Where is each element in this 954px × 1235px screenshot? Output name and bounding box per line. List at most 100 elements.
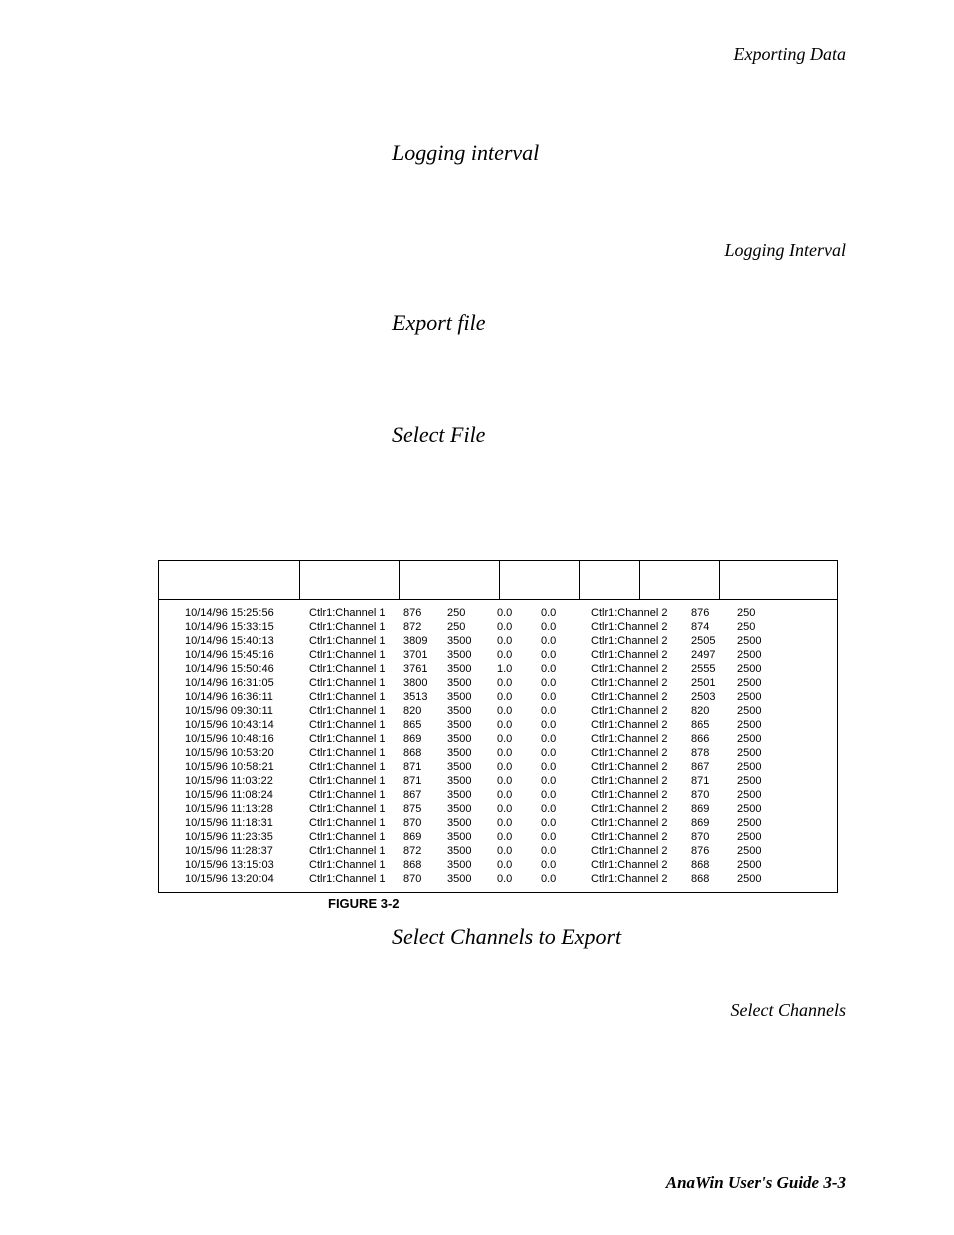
table-cell: 3500 — [447, 732, 497, 746]
export-data-table: 10/14/96 15:25:56Ctlr1:Channel 18762500.… — [158, 560, 838, 893]
table-cell: 2503 — [691, 690, 737, 704]
table-cell: 10/15/96 11:18:31 — [185, 816, 309, 830]
table-cell: 871 — [691, 774, 737, 788]
table-cell: Ctlr1:Channel 1 — [309, 844, 403, 858]
table-cell: Ctlr1:Channel 2 — [591, 816, 691, 830]
table-row: 10/15/96 10:48:16Ctlr1:Channel 186935000… — [185, 732, 837, 746]
table-cell: Ctlr1:Channel 1 — [309, 788, 403, 802]
table-cell: 876 — [403, 606, 447, 620]
table-cell: 3500 — [447, 648, 497, 662]
table-cell: 0.0 — [541, 704, 591, 718]
table-row: 10/15/96 10:58:21Ctlr1:Channel 187135000… — [185, 760, 837, 774]
table-cell: 866 — [691, 732, 737, 746]
table-cell: 0.0 — [541, 844, 591, 858]
table-cell: 2555 — [691, 662, 737, 676]
table-cell: Ctlr1:Channel 1 — [309, 816, 403, 830]
table-cell: 0.0 — [497, 620, 541, 634]
table-cell: Ctlr1:Channel 2 — [591, 620, 691, 634]
table-cell: Ctlr1:Channel 2 — [591, 634, 691, 648]
table-cell: 2500 — [737, 634, 777, 648]
table-cell: 0.0 — [497, 690, 541, 704]
table-cell: 878 — [691, 746, 737, 760]
table-cell: 0.0 — [541, 830, 591, 844]
table-cell: Ctlr1:Channel 2 — [591, 872, 691, 886]
table-cell: 868 — [403, 858, 447, 872]
table-cell: 10/14/96 16:31:05 — [185, 676, 309, 690]
table-cell: Ctlr1:Channel 1 — [309, 704, 403, 718]
table-cell: 0.0 — [497, 788, 541, 802]
table-row: 10/15/96 13:20:04Ctlr1:Channel 187035000… — [185, 872, 837, 886]
table-row: 10/15/96 11:08:24Ctlr1:Channel 186735000… — [185, 788, 837, 802]
table-cell: 872 — [403, 620, 447, 634]
table-cell: 0.0 — [497, 844, 541, 858]
table-cell: 3500 — [447, 718, 497, 732]
figure-caption: FIGURE 3-2 — [328, 896, 400, 911]
table-cell: Ctlr1:Channel 2 — [591, 718, 691, 732]
table-cell: 867 — [691, 760, 737, 774]
table-cell: 0.0 — [541, 774, 591, 788]
table-cell: 10/14/96 15:45:16 — [185, 648, 309, 662]
table-cell: 0.0 — [541, 760, 591, 774]
table-cell: 867 — [403, 788, 447, 802]
table-row: 10/15/96 11:03:22Ctlr1:Channel 187135000… — [185, 774, 837, 788]
table-cell: 10/15/96 10:43:14 — [185, 718, 309, 732]
table-cell: 0.0 — [497, 774, 541, 788]
table-cell: 865 — [691, 718, 737, 732]
table-cell: 2500 — [737, 746, 777, 760]
table-cell: 0.0 — [497, 606, 541, 620]
table-cell: Ctlr1:Channel 1 — [309, 648, 403, 662]
table-row: 10/15/96 09:30:11Ctlr1:Channel 182035000… — [185, 704, 837, 718]
table-row: 10/14/96 16:31:05Ctlr1:Channel 138003500… — [185, 676, 837, 690]
section-select-channels-to-export: Select Channels to Export — [392, 924, 621, 950]
table-cell: 0.0 — [497, 704, 541, 718]
table-cell: Ctlr1:Channel 2 — [591, 858, 691, 872]
table-cell: 2500 — [737, 704, 777, 718]
table-row: 10/15/96 11:28:37Ctlr1:Channel 187235000… — [185, 844, 837, 858]
table-cell: Ctlr1:Channel 2 — [591, 648, 691, 662]
table-cell: 869 — [691, 816, 737, 830]
table-cell: 871 — [403, 760, 447, 774]
section-select-file: Select File — [392, 422, 485, 448]
table-cell: 876 — [691, 844, 737, 858]
table-cell: 2500 — [737, 662, 777, 676]
table-cell: 0.0 — [497, 830, 541, 844]
table-row: 10/14/96 15:50:46Ctlr1:Channel 137613500… — [185, 662, 837, 676]
table-cell: 10/15/96 10:48:16 — [185, 732, 309, 746]
table-cell: 10/15/96 11:03:22 — [185, 774, 309, 788]
table-cell: Ctlr1:Channel 2 — [591, 662, 691, 676]
table-cell: 0.0 — [541, 788, 591, 802]
table-cell: 10/15/96 10:53:20 — [185, 746, 309, 760]
table-cell: 0.0 — [497, 802, 541, 816]
table-cell: Ctlr1:Channel 1 — [309, 606, 403, 620]
table-cell: Ctlr1:Channel 2 — [591, 844, 691, 858]
table-cell: Ctlr1:Channel 2 — [591, 606, 691, 620]
table-cell: 869 — [691, 802, 737, 816]
table-cell: 0.0 — [497, 634, 541, 648]
table-cell: 250 — [447, 620, 497, 634]
running-head: Exporting Data — [734, 44, 847, 65]
table-row: 10/14/96 15:45:16Ctlr1:Channel 137013500… — [185, 648, 837, 662]
table-row: 10/14/96 16:36:11Ctlr1:Channel 135133500… — [185, 690, 837, 704]
table-cell: 250 — [737, 620, 777, 634]
table-cell: 10/14/96 15:25:56 — [185, 606, 309, 620]
table-cell: 875 — [403, 802, 447, 816]
table-cell: Ctlr1:Channel 2 — [591, 788, 691, 802]
table-cell: 2500 — [737, 872, 777, 886]
table-cell: 10/15/96 11:23:35 — [185, 830, 309, 844]
table-body: 10/14/96 15:25:56Ctlr1:Channel 18762500.… — [159, 600, 837, 892]
table-cell: 2505 — [691, 634, 737, 648]
table-cell: 10/15/96 13:15:03 — [185, 858, 309, 872]
table-row: 10/14/96 15:40:13Ctlr1:Channel 138093500… — [185, 634, 837, 648]
table-cell: 3500 — [447, 844, 497, 858]
table-cell: 0.0 — [541, 606, 591, 620]
table-cell: Ctlr1:Channel 1 — [309, 872, 403, 886]
table-cell: 10/14/96 15:33:15 — [185, 620, 309, 634]
table-cell: 0.0 — [541, 648, 591, 662]
table-cell: 0.0 — [497, 760, 541, 774]
table-cell: Ctlr1:Channel 2 — [591, 704, 691, 718]
table-cell: 868 — [691, 858, 737, 872]
table-cell: 0.0 — [541, 872, 591, 886]
table-cell: Ctlr1:Channel 1 — [309, 830, 403, 844]
table-cell: Ctlr1:Channel 2 — [591, 830, 691, 844]
table-row: 10/14/96 15:33:15Ctlr1:Channel 18722500.… — [185, 620, 837, 634]
